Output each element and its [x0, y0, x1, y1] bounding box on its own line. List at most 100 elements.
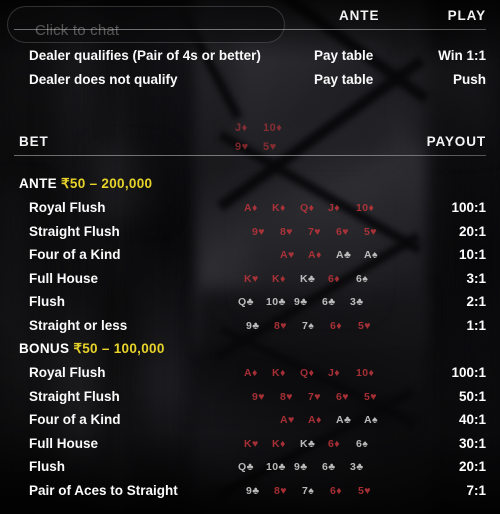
- paytable-hand-name: Pair of Aces to Straight: [29, 482, 178, 498]
- card-glyph: 6♠: [356, 272, 369, 285]
- card-glyph: K♦: [272, 272, 286, 285]
- card-glyph: 10♣: [266, 296, 286, 308]
- card-glyph: A♦: [308, 414, 322, 426]
- paytable-hand-name: Straight Flush: [29, 223, 120, 239]
- column-header-play: PLAY: [447, 8, 486, 23]
- chat-input[interactable]: Click to chat: [7, 6, 285, 43]
- paytable-row: Straight Flush 9♥ 8♥ 7♥ 6♥ 5♥ 20:1: [0, 224, 500, 247]
- paytable-payout: 1:1: [466, 317, 486, 333]
- paytable-payout: 20:1: [458, 223, 486, 239]
- card-glyph: 6♥: [336, 390, 349, 403]
- card-glyph: 3♣: [350, 461, 364, 473]
- paytable-row: Royal Flush A♦ K♦ Q♦ J♦ 10♦ 100:1: [0, 200, 500, 223]
- column-header-payout: PAYOUT: [426, 134, 486, 149]
- paytable-hand-name: Full House: [29, 270, 99, 286]
- paytable-row: Full House K♥ K♦ K♣ 6♦ 6♠ 3:1: [0, 271, 500, 294]
- card-glyph: 5♥: [358, 484, 371, 497]
- card-glyph: 6♠: [356, 437, 369, 450]
- card-glyph: K♥: [244, 272, 259, 285]
- paytable-payout: 50:1: [458, 388, 486, 404]
- card-glyph: K♦: [272, 437, 286, 450]
- qualifier-label: Dealer does not qualify: [29, 72, 178, 87]
- paytable-row: Flush Q♣ 10♣ 9♣ 6♣ 3♣ 2:1: [0, 294, 500, 317]
- card-glyph: Q♦: [300, 367, 315, 379]
- card-glyph: Q♣: [238, 461, 254, 473]
- qualifier-play-value: Win 1:1: [438, 48, 486, 63]
- card-glyph: A♥: [280, 414, 295, 426]
- paytable-row: Straight Flush 9♥ 8♥ 7♥ 6♥ 5♥ 50:1: [0, 389, 500, 412]
- card-glyph: J♦: [328, 367, 340, 379]
- card-glyph: 6♦: [330, 319, 342, 332]
- card-glyph: K♦: [272, 367, 286, 379]
- paytable-hand-name: Flush: [29, 459, 65, 474]
- card-glyph: 6♥: [336, 225, 349, 238]
- paytable-hand-name: Full House: [29, 435, 99, 451]
- card-glyph: J♦: [328, 202, 340, 214]
- paytable-row: Straight or less 9♣ 8♥ 7♠ 6♦ 5♥ 1:1: [0, 318, 500, 341]
- qualifier-row: Dealer qualifies (Pair of 4s or better) …: [0, 48, 500, 70]
- card-glyph: 5♥: [364, 225, 377, 238]
- card-glyph: A♦: [244, 367, 258, 379]
- paytable-row: Full House K♥ K♦ K♣ 6♦ 6♠ 30:1: [0, 436, 500, 459]
- card-glyph: A♣: [336, 414, 352, 426]
- paytable-hand-cards: Q♣ 10♣ 9♣ 6♣ 3♣: [238, 461, 378, 473]
- card-glyph: 6♣: [322, 461, 336, 473]
- section-title-bonus: BONUS ₹50 – 100,000: [19, 341, 165, 357]
- card-glyph: 10♦: [356, 202, 375, 214]
- card-glyph: 3♣: [350, 296, 364, 308]
- card-glyph: 8♥: [280, 225, 293, 238]
- section-limits: ₹50 – 200,000: [61, 176, 153, 191]
- paytable-hand-name: Royal Flush: [29, 200, 106, 215]
- card-glyph: 5♥: [358, 319, 371, 332]
- paytable-hand-cards: K♥ K♦ K♣ 6♦ 6♠: [244, 438, 384, 450]
- card-glyph: 7♠: [302, 319, 315, 332]
- card-glyph: 10♦: [356, 367, 375, 379]
- card-glyph: Q♣: [238, 296, 254, 308]
- card-glyph: 8♥: [280, 390, 293, 403]
- card-glyph: 10♣: [266, 461, 286, 473]
- card-glyph: 5♥: [364, 390, 377, 403]
- paytable-hand-name: Four of a Kind: [29, 247, 121, 262]
- paytable-hand-name: Royal Flush: [29, 365, 106, 380]
- paytable-payout: 20:1: [458, 459, 486, 474]
- card-glyph: 7♥: [308, 225, 321, 238]
- header-divider: [14, 29, 486, 30]
- qualifier-ante-value: Pay table: [314, 72, 374, 87]
- paytable-hand-cards: Q♣ 10♣ 9♣ 6♣ 3♣: [238, 296, 378, 308]
- paytable-hand-cards: A♦ K♦ Q♦ J♦ 10♦: [244, 202, 384, 214]
- qualifier-play-value: Push: [452, 72, 486, 87]
- card-glyph: K♥: [244, 437, 259, 450]
- paytable-row: Four of a Kind A♥ A♦ A♣ A♠ 10:1: [0, 247, 500, 270]
- card-glyph: K♣: [300, 437, 316, 450]
- paytable-hand-name: Four of a Kind: [29, 412, 121, 427]
- card-glyph: A♣: [336, 249, 352, 261]
- card-glyph: K♦: [272, 202, 286, 214]
- paytable-hand-name: Straight or less: [29, 317, 128, 333]
- qualifier-row: Dealer does not qualify Pay table Push: [0, 72, 500, 94]
- qualifier-label: Dealer qualifies (Pair of 4s or better): [29, 48, 261, 63]
- paytable-row: Pair of Aces to Straight 9♣ 8♥ 7♠ 6♦ 5♥ 7:1: [0, 483, 500, 506]
- card-glyph: 9♣: [246, 484, 260, 497]
- card-glyph: A♥: [280, 249, 295, 261]
- paytable-hand-cards: A♥ A♦ A♣ A♠: [280, 249, 392, 261]
- paytable-hand-cards: A♥ A♦ A♣ A♠: [280, 414, 392, 426]
- card-glyph: 6♦: [330, 484, 342, 497]
- card-glyph: 9♣: [294, 296, 308, 308]
- paytable-hand-cards: A♦ K♦ Q♦ J♦ 10♦: [244, 367, 384, 379]
- chat-placeholder-text: Click to chat: [35, 22, 120, 39]
- card-glyph: Q♦: [300, 202, 315, 214]
- card-glyph: 6♦: [328, 437, 340, 450]
- section-limits: ₹50 – 100,000: [73, 341, 165, 356]
- card-glyph: 9♣: [246, 319, 260, 332]
- column-header-bet: BET: [19, 134, 49, 149]
- card-glyph: 8♥: [274, 484, 287, 497]
- paytable-payout: 2:1: [466, 294, 486, 309]
- paytable-hand-name: Straight Flush: [29, 388, 120, 404]
- section-title-ante: ANTE ₹50 – 200,000: [19, 176, 152, 192]
- paytable-payout: 10:1: [458, 247, 486, 262]
- paytable-row: Royal Flush A♦ K♦ Q♦ J♦ 10♦ 100:1: [0, 365, 500, 388]
- qualifier-ante-value: Pay table: [314, 48, 374, 63]
- paytable-payout: 100:1: [451, 200, 486, 215]
- paytable-hand-cards: 9♥ 8♥ 7♥ 6♥ 5♥: [252, 226, 392, 238]
- section-name: BONUS: [19, 341, 70, 356]
